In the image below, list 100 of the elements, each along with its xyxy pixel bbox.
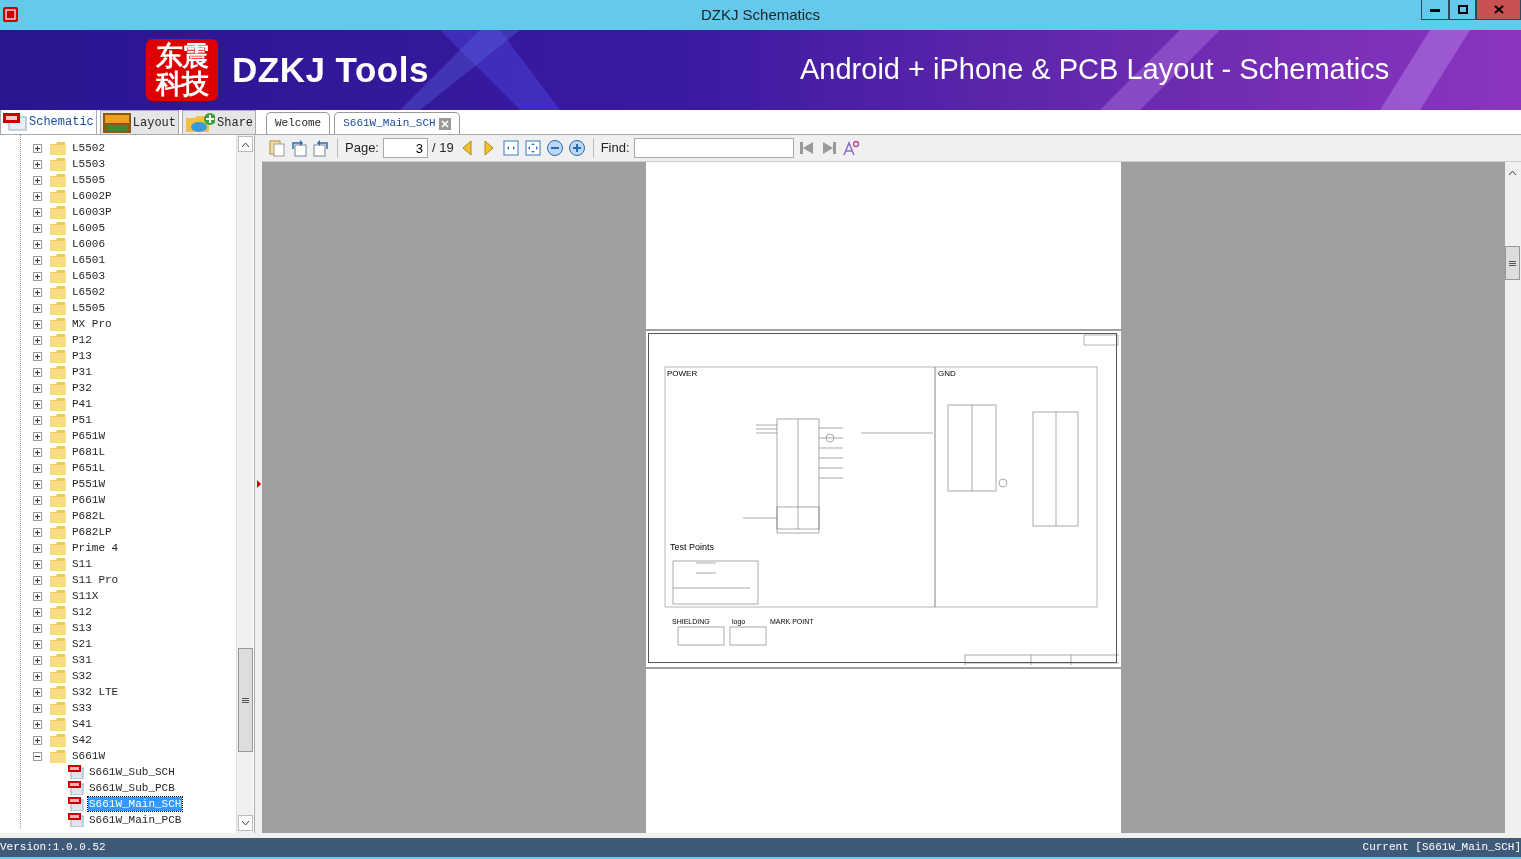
- maximize-button[interactable]: [1449, 0, 1476, 20]
- tree-item[interactable]: S12: [71, 605, 93, 619]
- tree-item[interactable]: S11: [71, 557, 93, 571]
- scroll-thumb[interactable]: [1505, 246, 1520, 280]
- scrollbar[interactable]: [1505, 162, 1521, 833]
- expand-toggle[interactable]: [33, 319, 42, 329]
- tree-item[interactable]: MX Pro: [71, 317, 113, 331]
- side-tab[interactable]: Share: [182, 110, 257, 134]
- tree-item[interactable]: P32: [71, 381, 93, 395]
- side-tab[interactable]: Schematic: [0, 109, 97, 134]
- fit-page-icon[interactable]: [523, 139, 542, 157]
- expand-toggle[interactable]: [33, 287, 42, 297]
- scrollbar[interactable]: [236, 135, 253, 833]
- expand-toggle[interactable]: [33, 479, 42, 489]
- expand-toggle[interactable]: [33, 159, 42, 169]
- tree-item[interactable]: P681L: [71, 445, 106, 459]
- tree-item[interactable]: S11X: [71, 589, 100, 603]
- expand-toggle[interactable]: [33, 175, 42, 185]
- expand-toggle[interactable]: [33, 335, 42, 345]
- tree-item[interactable]: P651W: [71, 429, 106, 443]
- expand-toggle[interactable]: [33, 591, 42, 601]
- tree-item[interactable]: S11 Pro: [71, 573, 120, 587]
- expand-toggle[interactable]: [33, 719, 42, 729]
- minimize-button[interactable]: [1421, 0, 1449, 20]
- expand-toggle[interactable]: [33, 239, 42, 249]
- expand-toggle[interactable]: [33, 399, 42, 409]
- expand-toggle[interactable]: [33, 383, 42, 393]
- expand-toggle[interactable]: [33, 511, 42, 521]
- tree-item[interactable]: L5503: [71, 157, 106, 171]
- expand-toggle[interactable]: [33, 447, 42, 457]
- document-tab[interactable]: Welcome: [266, 112, 331, 134]
- expand-toggle[interactable]: [33, 271, 42, 281]
- tree-item[interactable]: P51: [71, 413, 93, 427]
- expand-toggle[interactable]: [33, 207, 42, 217]
- tree-item[interactable]: S661W: [71, 749, 106, 763]
- tree-item[interactable]: L6501: [71, 253, 106, 267]
- tree-item[interactable]: S661W_Main_PCB: [88, 813, 183, 827]
- side-tab[interactable]: Layout: [99, 110, 180, 134]
- tree-item[interactable]: S42: [71, 733, 93, 747]
- tree-item[interactable]: L6005: [71, 221, 106, 235]
- tree-item[interactable]: S661W_Sub_SCH: [88, 765, 176, 779]
- tree-item[interactable]: P13: [71, 349, 93, 363]
- expand-toggle[interactable]: [33, 527, 42, 537]
- tree-item[interactable]: S32 LTE: [71, 685, 120, 699]
- tree-item[interactable]: S33: [71, 701, 93, 715]
- tree-item[interactable]: L6503: [71, 269, 106, 283]
- expand-toggle[interactable]: [33, 735, 42, 745]
- find-field[interactable]: [633, 138, 794, 158]
- expand-toggle[interactable]: [33, 351, 42, 361]
- tree-item[interactable]: P682LP: [71, 525, 113, 539]
- expand-toggle[interactable]: [33, 431, 42, 441]
- tree-item[interactable]: L6006: [71, 237, 106, 251]
- tree-item[interactable]: S41: [71, 717, 93, 731]
- expand-toggle[interactable]: [33, 655, 42, 665]
- expand-toggle[interactable]: [33, 255, 42, 265]
- collapse-arrow-icon[interactable]: [256, 480, 261, 488]
- expand-toggle[interactable]: [33, 559, 42, 569]
- expand-toggle[interactable]: [33, 367, 42, 377]
- close-button[interactable]: [1476, 0, 1521, 20]
- document-tab[interactable]: S661W_Main_SCH: [334, 112, 460, 134]
- tree-item[interactable]: S31: [71, 653, 93, 667]
- tree-item[interactable]: L5502: [71, 141, 106, 155]
- tree-item[interactable]: L6003P: [71, 205, 113, 219]
- tree-item[interactable]: S13: [71, 621, 93, 635]
- page-number-field[interactable]: 3: [383, 138, 428, 158]
- expand-toggle[interactable]: [33, 415, 42, 425]
- tree-item[interactable]: L5505: [71, 301, 106, 315]
- tree-item[interactable]: P661W: [71, 493, 106, 507]
- expand-toggle[interactable]: [33, 463, 42, 473]
- close-icon[interactable]: [438, 117, 451, 130]
- expand-toggle[interactable]: [33, 687, 42, 697]
- expand-toggle[interactable]: [33, 575, 42, 585]
- zoom-out-icon[interactable]: [545, 139, 564, 157]
- expand-toggle[interactable]: [33, 623, 42, 633]
- tree-item[interactable]: P651L: [71, 461, 106, 475]
- rotate-left-icon[interactable]: [312, 139, 330, 157]
- expand-toggle[interactable]: [33, 543, 42, 553]
- expand-toggle[interactable]: [33, 495, 42, 505]
- expand-toggle[interactable]: [33, 639, 42, 649]
- tree-item[interactable]: L5505: [71, 173, 106, 187]
- tree-item[interactable]: P682L: [71, 509, 106, 523]
- scroll-thumb[interactable]: [238, 648, 253, 752]
- tree-item[interactable]: P12: [71, 333, 93, 347]
- tree-item[interactable]: S21: [71, 637, 93, 651]
- zoom-in-icon[interactable]: [567, 139, 586, 157]
- expand-toggle[interactable]: [33, 143, 42, 153]
- collapse-toggle[interactable]: [33, 751, 42, 761]
- tree-item[interactable]: S32: [71, 669, 93, 683]
- tree-item[interactable]: P551W: [71, 477, 106, 491]
- tree-item[interactable]: L6502: [71, 285, 106, 299]
- expand-toggle[interactable]: [33, 191, 42, 201]
- tree-item[interactable]: L6002P: [71, 189, 113, 203]
- expand-toggle[interactable]: [33, 607, 42, 617]
- expand-toggle[interactable]: [33, 303, 42, 313]
- tree-item[interactable]: S661W_Sub_PCB: [88, 781, 176, 795]
- expand-toggle[interactable]: [33, 703, 42, 713]
- fit-width-icon[interactable]: [501, 139, 520, 157]
- font-icon[interactable]: [841, 139, 860, 157]
- tree-item[interactable]: P41: [71, 397, 93, 411]
- expand-toggle[interactable]: [33, 671, 42, 681]
